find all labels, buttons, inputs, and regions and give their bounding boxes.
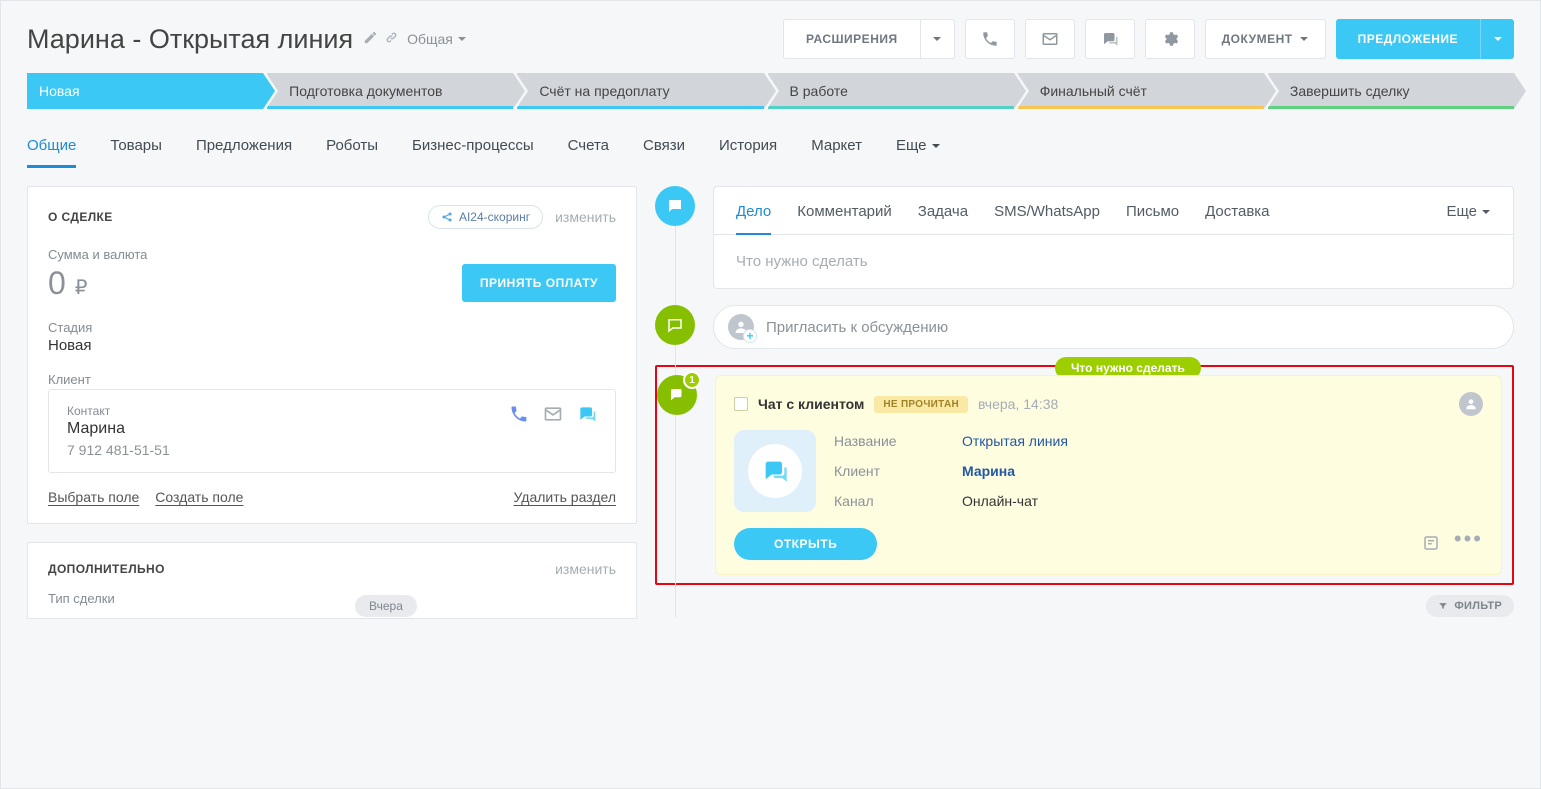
chat-channel-icon bbox=[734, 430, 816, 512]
timeline-compose-icon bbox=[655, 186, 695, 226]
act-tab-delivery[interactable]: Доставка bbox=[1205, 203, 1269, 234]
date-separator: Вчера bbox=[355, 595, 417, 617]
contact-email-icon[interactable] bbox=[543, 404, 563, 427]
kv-client-value[interactable]: Марина bbox=[962, 463, 1068, 479]
edit-about-link[interactable]: изменить bbox=[555, 209, 616, 225]
open-chat-button[interactable]: ОТКРЫТЬ bbox=[734, 528, 877, 560]
create-field-link[interactable]: Создать поле bbox=[155, 489, 243, 505]
edit-title-icon[interactable] bbox=[363, 30, 378, 48]
stage-value: Новая bbox=[48, 337, 616, 354]
tab-invoices[interactable]: Счета bbox=[568, 131, 609, 168]
chat-avatar-icon bbox=[1459, 392, 1483, 416]
stage-new[interactable]: Новая bbox=[27, 73, 263, 109]
tab-bp[interactable]: Бизнес-процессы bbox=[412, 131, 534, 168]
invite-discussion[interactable]: + Пригласить к обсуждению bbox=[713, 305, 1514, 349]
contact-name[interactable]: Марина bbox=[67, 420, 170, 438]
amount-value: 0 ₽ bbox=[48, 265, 87, 302]
kv-client-label: Клиент bbox=[834, 463, 944, 479]
edit-additional-link[interactable]: изменить bbox=[555, 561, 616, 577]
stage-inwork[interactable]: В работе bbox=[768, 73, 1014, 109]
unread-badge: НЕ ПРОЧИТАН bbox=[874, 396, 968, 413]
additional-title: ДОПОЛНИТЕЛЬНО bbox=[48, 562, 165, 576]
funnel-selector[interactable]: Общая bbox=[407, 31, 467, 47]
act-tab-more[interactable]: Еще bbox=[1446, 203, 1491, 234]
document-button[interactable]: ДОКУМЕНТ bbox=[1205, 19, 1326, 59]
contact-phone[interactable]: 7 912 481-51-51 bbox=[67, 442, 170, 458]
amount-label: Сумма и валюта bbox=[48, 247, 616, 262]
link-icon[interactable] bbox=[384, 30, 399, 48]
call-button[interactable] bbox=[965, 19, 1015, 59]
stage-label: Стадия bbox=[48, 320, 616, 335]
contact-call-icon[interactable] bbox=[509, 404, 529, 427]
timeline-chat-icon: 1 bbox=[657, 375, 697, 415]
offer-dropdown[interactable] bbox=[1480, 19, 1514, 59]
tab-offers[interactable]: Предложения bbox=[196, 131, 292, 168]
unread-count-badge: 1 bbox=[683, 371, 701, 389]
select-field-link[interactable]: Выбрать поле bbox=[48, 489, 139, 505]
client-label: Клиент bbox=[48, 372, 616, 387]
tab-common[interactable]: Общие bbox=[27, 131, 76, 168]
tab-robots[interactable]: Роботы bbox=[326, 131, 378, 168]
note-icon[interactable] bbox=[1422, 534, 1440, 555]
kv-name-value[interactable]: Открытая линия bbox=[962, 433, 1068, 449]
page-title: Марина - Открытая линия bbox=[27, 26, 353, 53]
extensions-dropdown[interactable] bbox=[921, 19, 955, 59]
offer-button[interactable]: ПРЕДЛОЖЕНИЕ bbox=[1336, 19, 1480, 59]
settings-button[interactable] bbox=[1145, 19, 1195, 59]
accept-payment-button[interactable]: ПРИНЯТЬ ОПЛАТУ bbox=[462, 264, 616, 302]
deal-type-label: Тип сделки bbox=[48, 591, 616, 606]
ai-scoring-pill[interactable]: AI24-скоринг bbox=[428, 205, 543, 229]
todo-input[interactable]: Что нужно сделать bbox=[713, 235, 1514, 289]
contact-sublabel: Контакт bbox=[67, 404, 170, 418]
kv-name-label: Название bbox=[834, 433, 944, 449]
chat-button[interactable] bbox=[1085, 19, 1135, 59]
avatar-icon: + bbox=[728, 314, 754, 340]
chat-title: Чат с клиентом bbox=[758, 396, 864, 412]
stage-prepay[interactable]: Счёт на предоплату bbox=[517, 73, 763, 109]
more-icon[interactable]: ••• bbox=[1454, 534, 1483, 555]
kv-channel-label: Канал bbox=[834, 493, 944, 509]
kv-channel-value: Онлайн-чат bbox=[962, 493, 1068, 509]
act-tab-case[interactable]: Дело bbox=[736, 203, 771, 234]
act-tab-mail[interactable]: Письмо bbox=[1126, 203, 1179, 234]
about-deal-title: О СДЕЛКЕ bbox=[48, 210, 113, 224]
chat-checkbox[interactable] bbox=[734, 397, 748, 411]
extensions-button[interactable]: РАСШИРЕНИЯ bbox=[783, 19, 921, 59]
act-tab-comment[interactable]: Комментарий bbox=[797, 203, 891, 234]
email-button[interactable] bbox=[1025, 19, 1075, 59]
act-tab-sms[interactable]: SMS/WhatsApp bbox=[994, 203, 1100, 234]
contact-chat-icon[interactable] bbox=[577, 404, 597, 427]
stage-close[interactable]: Завершить сделку bbox=[1268, 73, 1514, 109]
filter-button[interactable]: ФИЛЬТР bbox=[1426, 595, 1514, 617]
act-tab-task[interactable]: Задача bbox=[918, 203, 968, 234]
tab-market[interactable]: Маркет bbox=[811, 131, 862, 168]
chat-card[interactable]: Чат с клиентом НЕ ПРОЧИТАН вчера, 14:38 bbox=[715, 375, 1502, 575]
tab-history[interactable]: История bbox=[719, 131, 777, 168]
delete-section-link[interactable]: Удалить раздел bbox=[513, 489, 616, 505]
tab-links[interactable]: Связи bbox=[643, 131, 685, 168]
timeline-discuss-icon bbox=[655, 305, 695, 345]
chat-time: вчера, 14:38 bbox=[978, 396, 1058, 412]
stage-docs[interactable]: Подготовка документов bbox=[267, 73, 513, 109]
tab-more[interactable]: Еще bbox=[896, 131, 941, 168]
stage-final[interactable]: Финальный счёт bbox=[1018, 73, 1264, 109]
tab-goods[interactable]: Товары bbox=[110, 131, 162, 168]
add-icon: + bbox=[743, 329, 757, 343]
